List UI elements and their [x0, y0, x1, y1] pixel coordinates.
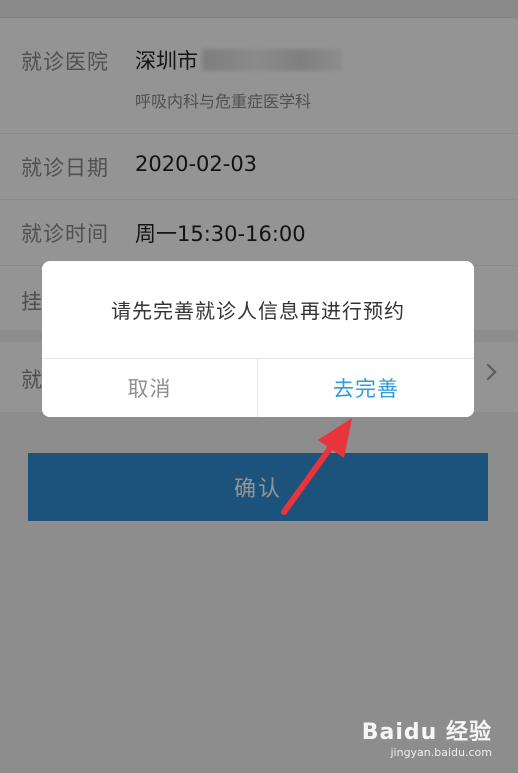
cancel-button[interactable]: 取消 [42, 359, 258, 417]
watermark-logo: Baidu 经验 [361, 720, 492, 745]
incomplete-info-dialog: 请先完善就诊人信息再进行预约 取消 去完善 [42, 261, 474, 417]
complete-info-button[interactable]: 去完善 [258, 359, 474, 417]
dialog-message: 请先完善就诊人信息再进行预约 [42, 261, 474, 359]
baidu-jingyan-watermark: Baidu 经验 jingyan.baidu.com [362, 714, 492, 759]
watermark-url: jingyan.baidu.com [390, 746, 492, 759]
